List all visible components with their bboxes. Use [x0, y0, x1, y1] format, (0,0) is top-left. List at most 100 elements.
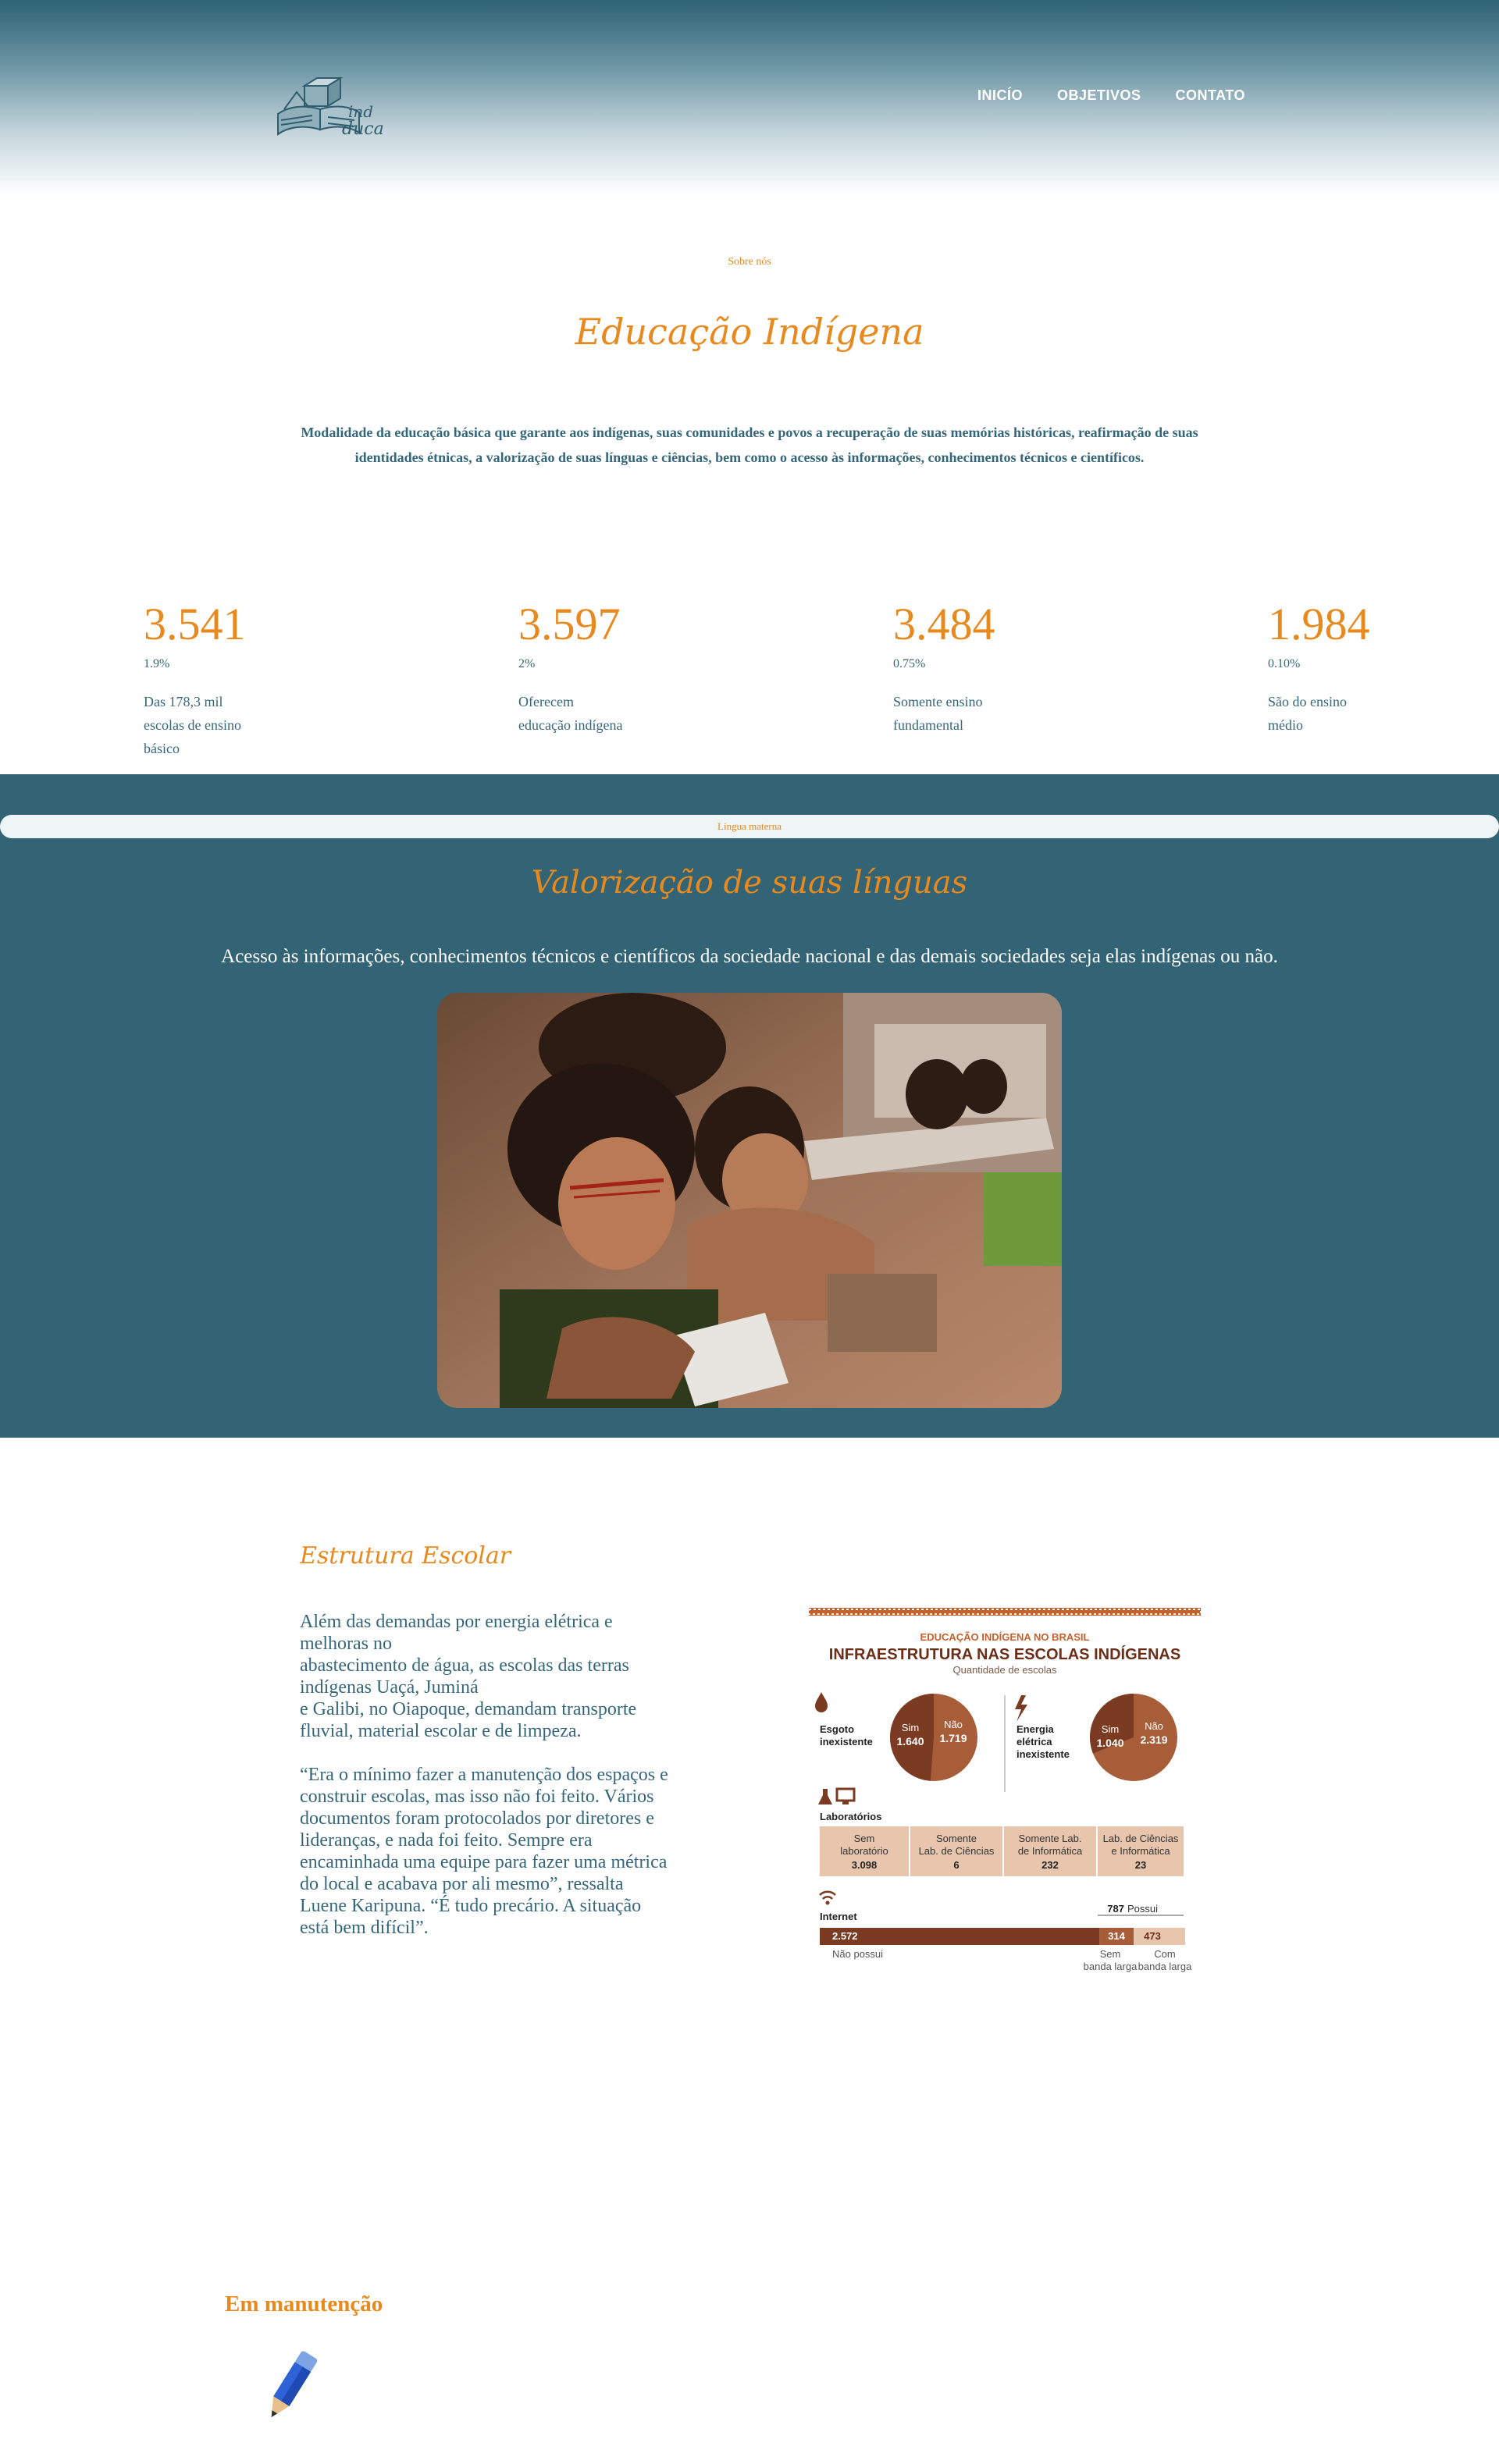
infographic-title: INFRAESTRUTURA NAS ESCOLAS INDÍGENAS [829, 1645, 1180, 1663]
paragraph-line: “Era o mínimo fazer a manutenção dos esp… [300, 1765, 668, 1785]
logo-text-ind: ind [348, 102, 373, 121]
stat-desc-line: Oferecem [518, 694, 574, 709]
paragraph-line: lideranças, e nada foi feito. Sempre era [300, 1830, 593, 1851]
internet-has-value: 787 [1107, 1903, 1124, 1915]
paragraph-line: documentos foram protocolados por direto… [300, 1808, 654, 1829]
pie-yes-label: Sim [902, 1722, 919, 1733]
students-photo [437, 993, 1062, 1408]
main-nav: INICÍO OBJETIVOS CONTATO [977, 87, 1245, 104]
stat-value: 1.984 [1268, 599, 1370, 649]
paragraph-line: fluvial, material escolar e de limpeza. [300, 1721, 582, 1741]
stat-percentage: 0.10% [1268, 657, 1301, 670]
lab-cell-label: Somente [936, 1833, 977, 1844]
lightning-icon [1015, 1695, 1027, 1722]
stat-description: Oferecem educação indígena [518, 690, 659, 737]
lab-cell-label: Somente Lab. [1019, 1833, 1082, 1844]
stat-desc-line: fundamental [893, 717, 963, 733]
pencil-icon [271, 2351, 318, 2418]
paragraph-line: indígenas Uaçá, Juminá [300, 1677, 479, 1698]
about-text-line: Modalidade da educação básica que garant… [301, 425, 1198, 440]
sewage-label: inexistente [820, 1736, 873, 1748]
stat-desc-line: Das 178,3 mil [144, 694, 223, 709]
about-title: Educação Indígena [575, 311, 924, 353]
stat-desc-line: básico [144, 741, 180, 756]
internet-none-value: 2.572 [832, 1930, 858, 1942]
pie-no-value: 1.719 [939, 1732, 967, 1744]
lab-cell-label: Lab. de Ciências [919, 1845, 995, 1857]
stat-desc-line: escolas de ensino [144, 717, 241, 733]
infographic-kicker: EDUCAÇÃO INDÍGENA NO BRASIL [920, 1631, 1090, 1643]
structure-paragraph: Além das demandas por energia elétrica e… [300, 1611, 690, 1742]
paragraph-line: encaminhada uma equipe para fazer uma mé… [300, 1852, 668, 1872]
logo-text-educa: duca [342, 119, 384, 139]
paragraph-line: Além das demandas por energia elétrica e [300, 1612, 613, 1632]
stat-desc-line: Somente ensino [893, 694, 983, 709]
site-header [0, 0, 1499, 195]
monitor-icon [835, 1787, 856, 1802]
paragraph-line: construir escolas, mas isso não foi feit… [300, 1787, 654, 1807]
pie-yes-value: 1.040 [1096, 1737, 1123, 1749]
stat-card: 1.984 0.10% São do ensino médio [1268, 595, 1408, 737]
lab-cell-value: 3.098 [852, 1859, 878, 1871]
pie-no-value: 2.319 [1140, 1733, 1167, 1746]
stat-card: 3.597 2% Oferecem educação indígena [518, 595, 659, 737]
paragraph-line: está bem difícil”. [300, 1918, 429, 1938]
stat-percentage: 2% [518, 657, 536, 670]
about-eyebrow: Sobre nós [728, 256, 771, 268]
stat-description: São do ensino médio [1268, 690, 1408, 737]
lab-cell-label: Lab. de Ciências [1103, 1833, 1179, 1844]
nav-contato[interactable]: CONTATO [1176, 87, 1246, 104]
pie-yes-value: 1.640 [896, 1735, 924, 1748]
stat-description: Das 178,3 mil escolas de ensino básico [144, 690, 284, 760]
pie-no-label: Não [944, 1719, 963, 1730]
internet-has-label: Possui [1127, 1903, 1158, 1915]
lab-cell-value: 232 [1041, 1859, 1059, 1871]
lab-cell-value: 23 [1135, 1859, 1146, 1871]
structure-quote: “Era o mínimo fazer a manutenção dos esp… [300, 1764, 690, 1939]
stat-desc-line: São do ensino [1268, 694, 1347, 709]
pie-no-label: Não [1145, 1720, 1163, 1732]
languages-text: Acesso às informações, conhecimentos téc… [221, 946, 1278, 967]
internet-none-label: Não possui [832, 1948, 883, 1960]
nav-objetivos[interactable]: OBJETIVOS [1057, 87, 1141, 104]
paragraph-line: do local e acabava por ali mesmo”, ressa… [300, 1874, 624, 1894]
maintenance-label: Em manutenção [225, 2292, 383, 2316]
stat-value: 3.597 [518, 599, 621, 649]
internet-bar [820, 1928, 1185, 1945]
paragraph-line: melhoras no [300, 1634, 392, 1654]
internet-slow-label: Sem [1100, 1948, 1121, 1960]
energy-label: inexistente [1017, 1748, 1070, 1760]
lab-cell-label: laboratório [840, 1845, 888, 1857]
site-logo[interactable]: ind duca [273, 69, 403, 140]
internet-slow-value: 314 [1108, 1930, 1125, 1942]
wifi-icon [819, 1890, 836, 1896]
stat-value: 3.541 [144, 599, 246, 649]
paragraph-line: Luene Karipuna. “É tudo precário. A situ… [300, 1896, 642, 1916]
labs-title: Laboratórios [820, 1811, 881, 1822]
lab-cell-label: Sem [854, 1833, 875, 1844]
internet-fast-label: Com [1154, 1948, 1175, 1960]
stat-card: 3.484 0.75% Somente ensino fundamental [893, 595, 1034, 737]
structure-title: Estrutura Escolar [300, 1542, 511, 1570]
nav-inicio[interactable]: INICÍO [977, 87, 1023, 104]
internet-none-segment [820, 1928, 1100, 1945]
stat-desc-line: médio [1268, 717, 1303, 733]
energy-label: elétrica [1017, 1736, 1052, 1748]
about-text-line: identidades étnicas, a valorização de su… [354, 450, 1145, 465]
infographic-subtitle: Quantidade de escolas [953, 1664, 1057, 1676]
internet-fast-label: banda larga [1138, 1961, 1192, 1972]
flask-icon [818, 1789, 832, 1804]
languages-title: Valorização de suas línguas [531, 865, 968, 901]
lab-cell-value: 6 [953, 1859, 959, 1871]
stat-desc-line: educação indígena [518, 717, 623, 733]
water-drop-icon [815, 1692, 828, 1712]
infrastructure-infographic: EDUCAÇÃO INDÍGENA NO BRASIL INFRAESTRUTU… [808, 1608, 1202, 1981]
stat-percentage: 1.9% [144, 657, 170, 670]
energy-label: Energia [1017, 1723, 1054, 1735]
internet-title: Internet [820, 1911, 857, 1922]
about-text: Modalidade da educação básica que garant… [242, 420, 1257, 470]
stat-percentage: 0.75% [893, 657, 926, 670]
lab-cell-label: e Informática [1111, 1845, 1170, 1857]
stat-card: 3.541 1.9% Das 178,3 mil escolas de ensi… [144, 595, 284, 760]
internet-slow-label: banda larga [1084, 1961, 1138, 1972]
